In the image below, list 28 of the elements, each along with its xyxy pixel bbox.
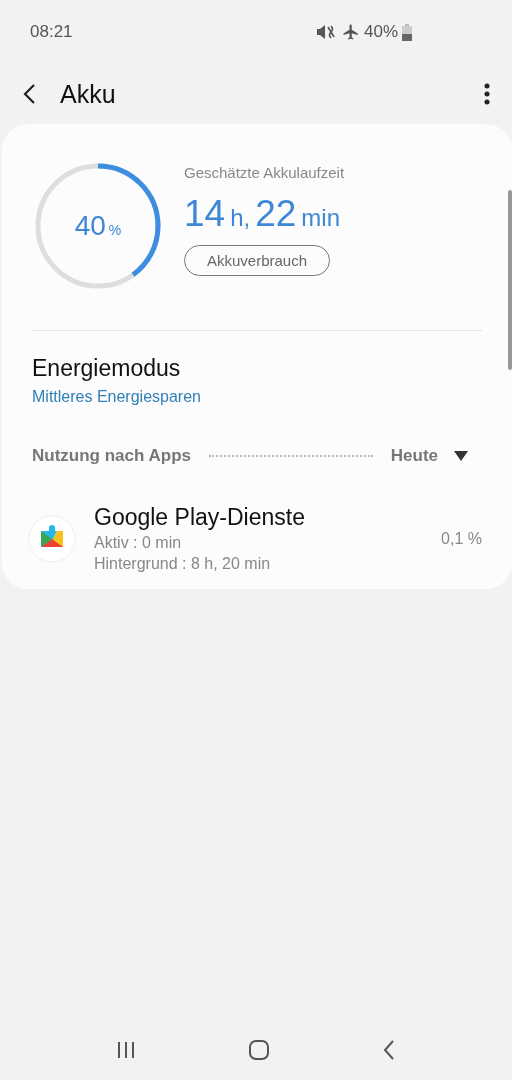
- recent-apps-icon[interactable]: [116, 1041, 136, 1059]
- power-mode-title: Energiemodus: [32, 355, 182, 382]
- estimate-unit: min: [301, 204, 340, 232]
- estimate-label: Geschätzte Akkulaufzeit: [184, 164, 345, 181]
- status-time: 08:21: [30, 22, 73, 42]
- estimate-number: 22: [255, 193, 297, 235]
- puzzle-piece-icon: [28, 514, 76, 563]
- app-name: Google Play-Dienste: [94, 504, 306, 531]
- app-active-time: Aktiv : 0 min: [94, 534, 183, 552]
- percent-unit: %: [108, 222, 122, 238]
- more-options-icon[interactable]: [484, 83, 490, 105]
- battery-icon: [402, 23, 412, 41]
- app-usage-share: 0,1 %: [441, 529, 482, 548]
- battery-percent: 40%: [363, 22, 398, 42]
- home-icon[interactable]: [248, 1039, 270, 1061]
- page-title: Akku: [60, 79, 117, 109]
- usage-label: Nutzung nach Apps: [32, 446, 191, 466]
- back-icon[interactable]: [22, 83, 38, 105]
- battery-percent-value: 40: [74, 210, 106, 242]
- period-dropdown[interactable]: Heute: [390, 446, 482, 466]
- back-nav-icon[interactable]: [382, 1039, 396, 1061]
- app-background-time: Hintergrund : 8 h, 20 min: [94, 555, 272, 573]
- airplane-icon: [341, 23, 360, 41]
- dropdown-arrow-icon: [454, 451, 468, 461]
- estimate-number: 14: [184, 193, 226, 235]
- power-mode-value: Mittleres Energiesparen: [32, 388, 202, 406]
- estimate-unit: h,: [230, 204, 251, 232]
- mute-vibrate-icon: [315, 24, 338, 40]
